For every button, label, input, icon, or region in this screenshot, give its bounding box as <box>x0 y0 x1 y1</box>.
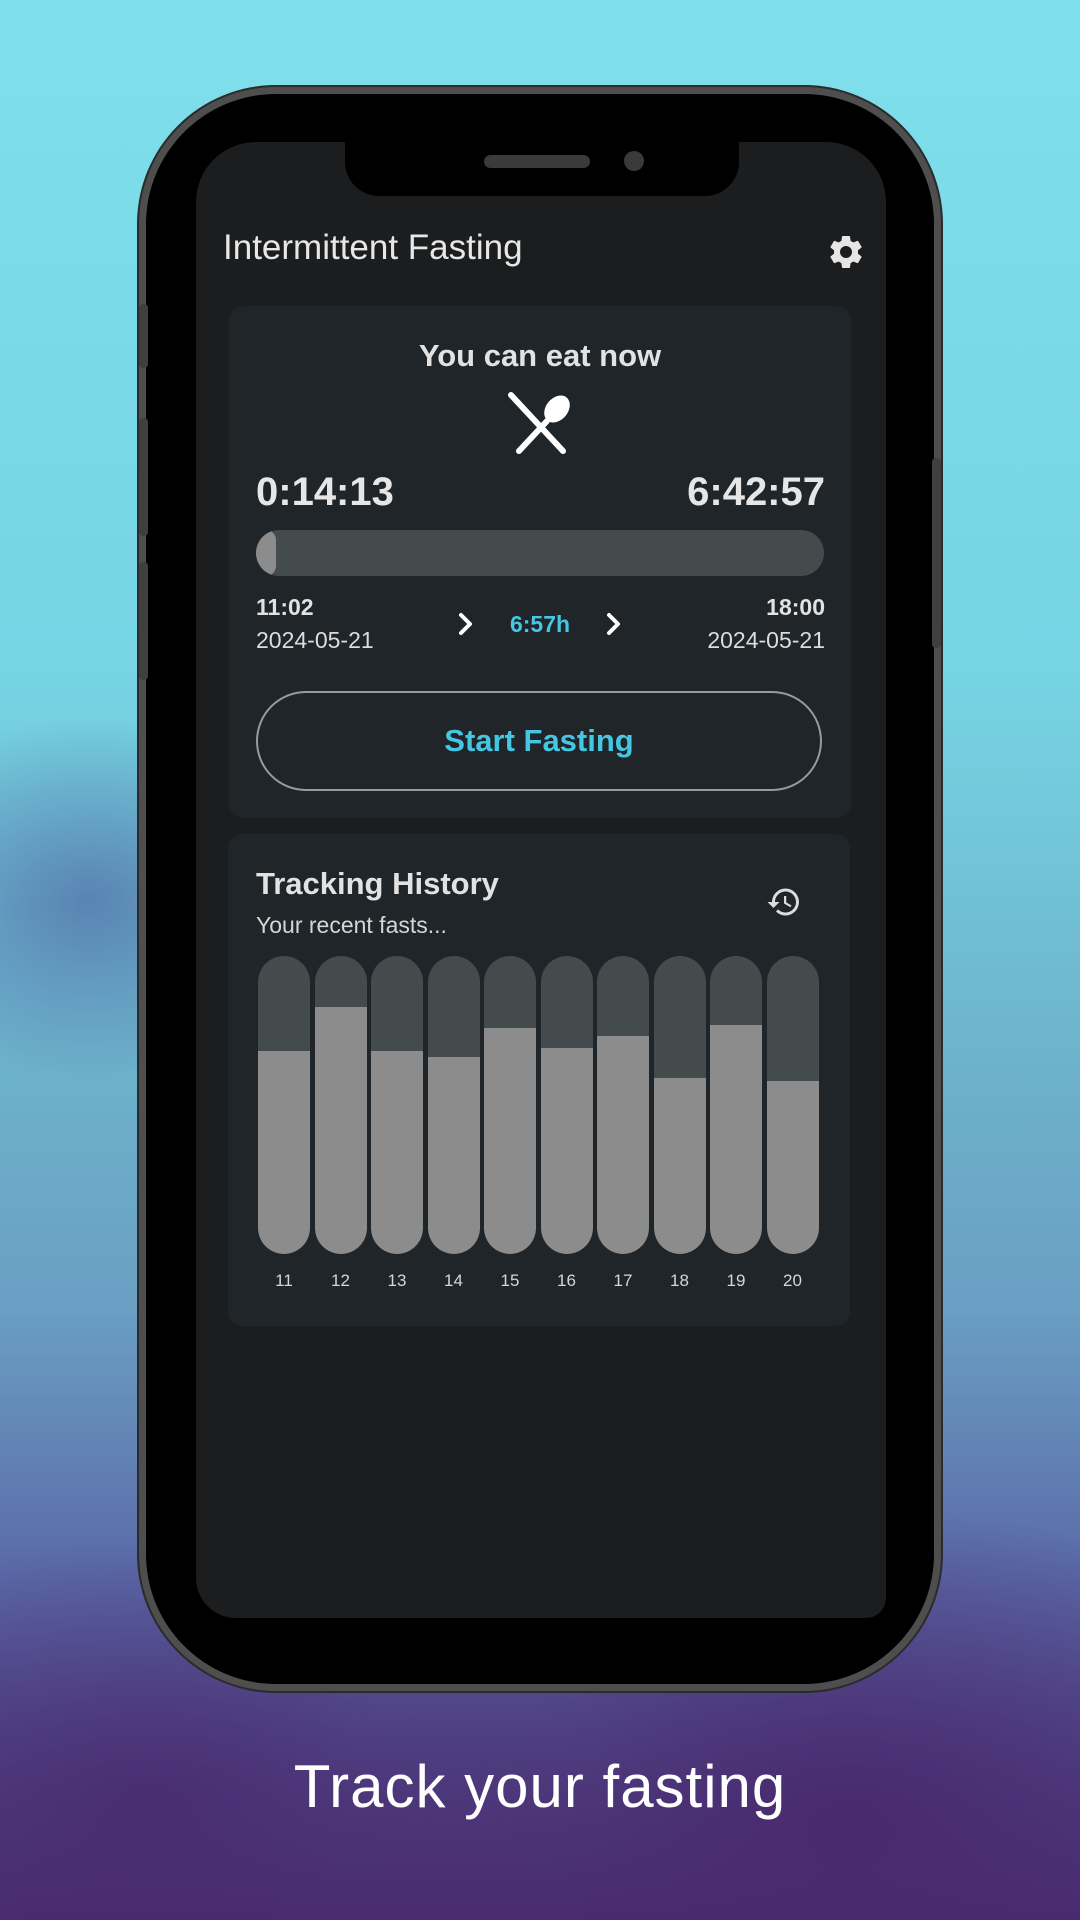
history-day-label: 16 <box>557 1271 576 1290</box>
history-bar[interactable] <box>314 956 367 1254</box>
history-bar-fill <box>371 1051 423 1254</box>
fork-spoon-icon <box>508 392 570 454</box>
fasting-progress-bar <box>256 530 824 576</box>
history-bar[interactable] <box>540 956 593 1254</box>
history-icon[interactable] <box>765 884 803 920</box>
history-day-label: 15 <box>500 1271 520 1290</box>
gear-icon[interactable] <box>826 232 866 272</box>
phone-notch <box>345 142 739 196</box>
history-day-label: 19 <box>726 1271 746 1290</box>
history-bar[interactable] <box>484 956 536 1254</box>
history-bar[interactable] <box>427 956 480 1254</box>
history-day-label: 20 <box>783 1271 802 1290</box>
eating-status-text: You can eat now <box>418 338 662 373</box>
phone-camera <box>624 151 644 171</box>
history-bar-fill <box>314 1006 367 1254</box>
history-day-label: 18 <box>670 1271 689 1290</box>
start-fasting-button[interactable]: Start Fasting <box>256 691 822 791</box>
history-bar[interactable] <box>710 956 762 1254</box>
history-bar-fill <box>258 1051 310 1254</box>
history-day-label: 13 <box>387 1271 407 1290</box>
phone-speaker <box>484 155 590 168</box>
history-day-label: 14 <box>444 1271 463 1290</box>
history-bar[interactable] <box>371 956 423 1254</box>
history-bar-fill <box>597 1036 649 1254</box>
history-day-label: 12 <box>331 1271 350 1290</box>
phone-volume-up <box>139 418 148 536</box>
history-bar[interactable] <box>653 956 706 1254</box>
history-bar-fill <box>653 1078 706 1254</box>
promo-caption: Track your fasting <box>293 1753 787 1820</box>
history-title: Tracking History <box>256 866 499 901</box>
phone-power-button <box>932 458 941 648</box>
window-start-date: 2024-05-21 <box>256 627 374 653</box>
history-bar-fill <box>484 1027 536 1254</box>
fasting-progress-fill <box>256 530 276 576</box>
history-bar[interactable] <box>597 956 649 1254</box>
history-subtitle: Your recent fasts... <box>256 912 447 938</box>
phone-volume-down <box>139 562 148 680</box>
window-end-date: 2024-05-21 <box>707 627 825 653</box>
history-bar[interactable] <box>258 956 310 1254</box>
chevron-right-icon <box>607 613 620 635</box>
elapsed-timer: 0:14:13 <box>256 470 394 514</box>
history-bar-fill <box>766 1081 819 1254</box>
chevron-right-icon <box>459 613 472 635</box>
history-day-label: 11 <box>275 1271 293 1290</box>
window-start-time: 11:02 <box>256 594 314 620</box>
window-duration: 6:57h <box>509 611 571 637</box>
history-day-label: 17 <box>613 1271 633 1290</box>
remaining-timer: 6:42:57 <box>687 470 825 514</box>
history-bar[interactable] <box>766 956 819 1254</box>
app-title: Intermittent Fasting <box>223 228 523 267</box>
history-bar-fill <box>427 1057 480 1254</box>
window-end-time: 18:00 <box>766 594 825 620</box>
history-bar-chart <box>258 956 821 1256</box>
history-bar-fill <box>710 1024 762 1254</box>
phone-silent-switch <box>139 304 148 368</box>
history-bar-fill <box>540 1048 593 1254</box>
